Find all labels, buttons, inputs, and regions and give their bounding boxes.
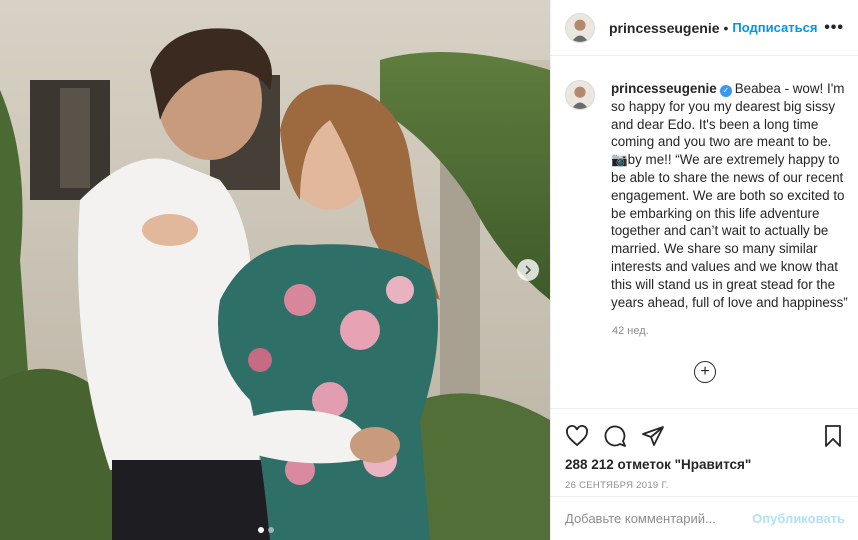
action-icons: [551, 409, 858, 453]
heart-icon[interactable]: [565, 424, 589, 448]
avatar-image: [566, 81, 594, 109]
carousel-dot: [268, 527, 274, 533]
caption-username[interactable]: princesseugenie: [611, 81, 717, 96]
post-comment-button[interactable]: Опубликовать: [752, 511, 845, 526]
carousel-dot-active: [258, 527, 264, 533]
more-options-button[interactable]: •••: [824, 19, 844, 37]
avatar-image: [566, 13, 594, 42]
likes-count[interactable]: 288 212 отметок "Нравится": [551, 453, 858, 472]
avatar[interactable]: [565, 12, 595, 43]
post-header: princesseugenie • Подписаться •••: [551, 0, 858, 56]
caption-text: Beabea - wow! I'm so happy for you my de…: [611, 81, 848, 310]
bookmark-icon[interactable]: [821, 424, 845, 448]
photo-image: [0, 0, 550, 540]
caption: princesseugenie ✓ Beabea - wow! I'm so hap…: [565, 80, 849, 311]
comment-bar: Опубликовать: [551, 496, 858, 540]
caption-text-block: princesseugenie ✓ Beabea - wow! I'm so hap…: [611, 80, 849, 311]
comment-input[interactable]: [565, 511, 753, 526]
carousel-indicator: [258, 527, 274, 533]
post-sidebar: princesseugenie • Подписаться ••• prince…: [550, 0, 858, 540]
post-photo[interactable]: [0, 0, 550, 540]
next-photo-button[interactable]: [517, 259, 539, 281]
header-username[interactable]: princesseugenie: [609, 20, 720, 36]
load-more-comments-button[interactable]: +: [694, 361, 716, 383]
paper-plane-icon[interactable]: [641, 424, 665, 448]
caption-time-ago[interactable]: 42 нед.: [612, 325, 649, 337]
verified-badge-icon: ✓: [719, 85, 732, 97]
caption-avatar[interactable]: [565, 80, 595, 110]
comment-bubble-icon[interactable]: [603, 424, 627, 448]
header-separator: •: [723, 19, 729, 36]
chevron-right-icon: [525, 265, 532, 275]
post-actions: 288 212 отметок "Нравится" 26 СЕНТЯБРЯ 2…: [551, 408, 858, 491]
post-date: 26 СЕНТЯБРЯ 2019 Г.: [565, 480, 669, 491]
follow-button[interactable]: Подписаться: [732, 20, 817, 35]
